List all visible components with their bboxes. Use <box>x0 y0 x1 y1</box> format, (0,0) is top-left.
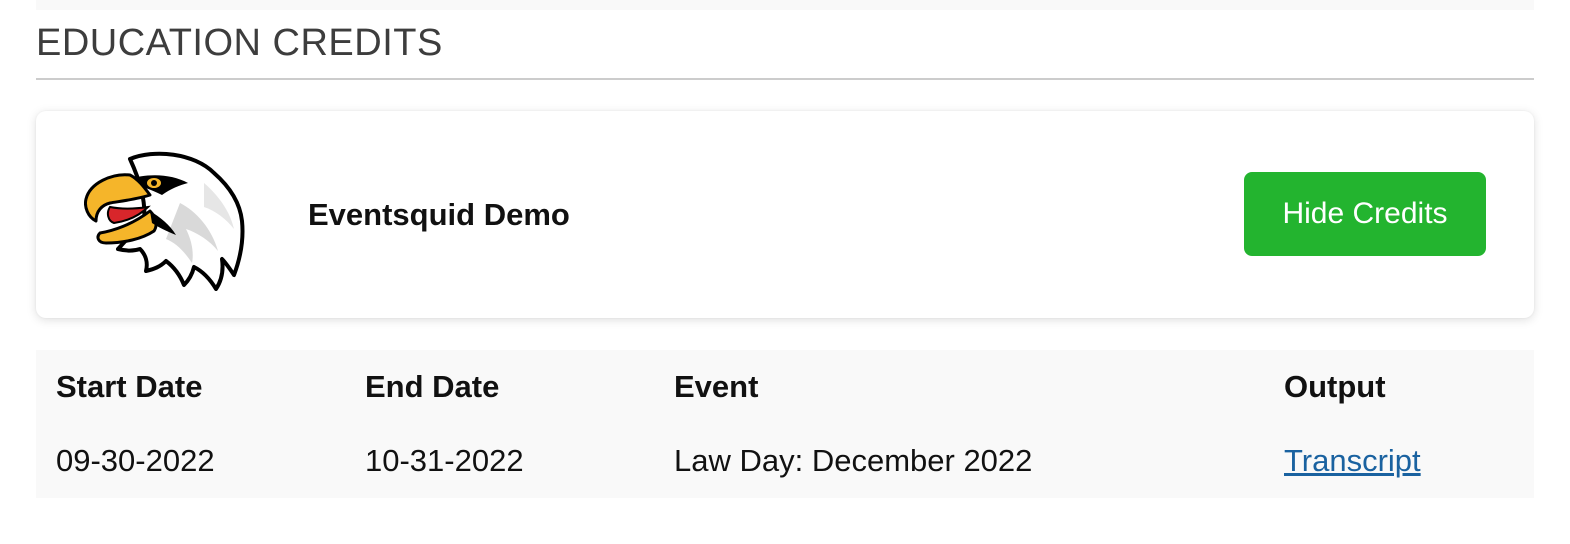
organization-name: Eventsquid Demo <box>308 197 570 232</box>
cell-end-date: 10-31-2022 <box>365 443 524 478</box>
credits-table: Start Date End Date Event Output 09-30-2… <box>36 350 1534 498</box>
organization-card: Eventsquid Demo Hide Credits <box>36 111 1534 318</box>
column-header-start-date: Start Date <box>56 369 203 404</box>
cell-output: Transcript <box>1264 424 1534 498</box>
hide-credits-button[interactable]: Hide Credits <box>1244 172 1486 256</box>
column-header-output: Output <box>1284 369 1386 404</box>
cell-event: Law Day: December 2022 <box>674 443 1033 478</box>
section-divider <box>36 78 1534 80</box>
column-header-end-date: End Date <box>365 369 500 404</box>
cell-start-date: 09-30-2022 <box>56 443 215 478</box>
transcript-link[interactable]: Transcript <box>1284 443 1421 478</box>
table-row: 09-30-2022 10-31-2022 Law Day: December … <box>36 424 1534 498</box>
top-background-strip <box>36 0 1534 10</box>
section-title: EDUCATION CREDITS <box>36 22 443 64</box>
table-header-row: Start Date End Date Event Output <box>36 350 1534 424</box>
eagle-logo-icon <box>84 151 245 291</box>
column-header-event: Event <box>674 369 759 404</box>
